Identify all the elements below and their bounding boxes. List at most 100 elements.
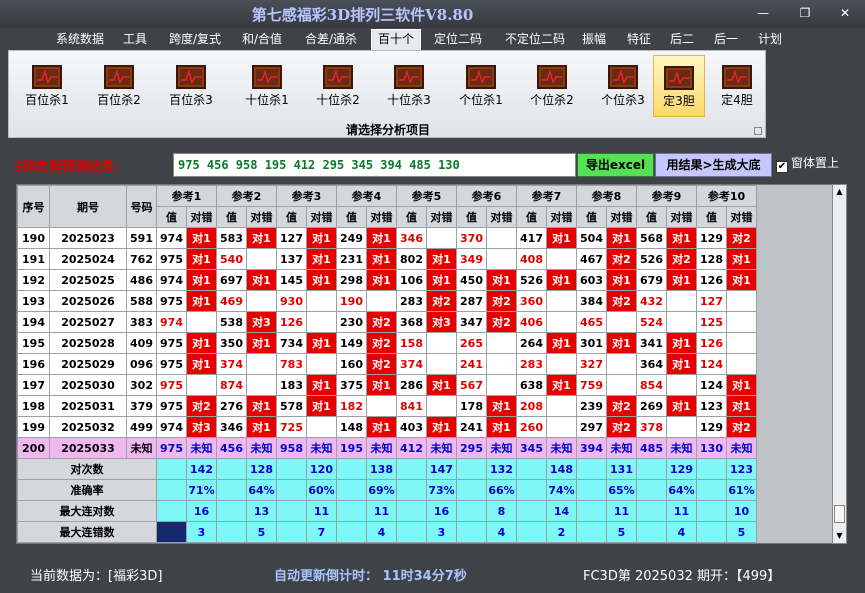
stats-blank[interactable] (696, 479, 727, 501)
row-number[interactable]: 096 (126, 353, 157, 375)
ref-hit[interactable]: 对1 (306, 227, 337, 249)
generate-base-button[interactable]: 用结果>生成大底 (655, 153, 772, 177)
ref-value[interactable]: 378 (636, 416, 667, 438)
table-row[interactable]: 199 2025032 499 974 对3 346 对1 725 148 对1 403 对1 241 对… (17, 416, 757, 438)
ref-hit[interactable]: 对1 (246, 269, 277, 291)
ref-hit[interactable]: 对1 (726, 248, 757, 270)
ref-value[interactable]: 432 (636, 290, 667, 312)
header-ref[interactable]: 参考5 (396, 185, 457, 207)
scroll-up-icon[interactable]: ▲ (834, 187, 845, 197)
header-ref[interactable]: 参考3 (276, 185, 337, 207)
stats-blank[interactable] (396, 521, 427, 543)
ref-hit[interactable]: 对1 (186, 269, 217, 291)
ref-hit[interactable]: 对1 (306, 332, 337, 354)
ref-value[interactable]: 403 (396, 416, 427, 438)
ref-hit[interactable] (306, 353, 337, 375)
header-ref[interactable]: 参考8 (576, 185, 637, 207)
ref-value[interactable]: 974 (156, 311, 187, 333)
row-number[interactable]: 762 (126, 248, 157, 270)
ref-value[interactable]: 384 (576, 290, 607, 312)
ref-hit[interactable]: 对2 (606, 248, 637, 270)
ref-value[interactable]: 874 (216, 374, 247, 396)
row-number[interactable]: 383 (126, 311, 157, 333)
stats-value[interactable]: 147 (426, 458, 457, 480)
ref-value[interactable]: 145 (276, 269, 307, 291)
ref-hit[interactable] (306, 290, 337, 312)
stats-value[interactable]: 138 (366, 458, 397, 480)
stats-value[interactable]: 65% (606, 479, 637, 501)
ref-value[interactable]: 783 (276, 353, 307, 375)
ref-hit[interactable]: 未知 (186, 437, 217, 459)
stats-label[interactable]: 准确率 (17, 479, 157, 501)
ref-value[interactable]: 975 (156, 437, 187, 459)
header-hit[interactable]: 对错 (246, 206, 277, 228)
ref-hit[interactable]: 对1 (666, 353, 697, 375)
menu-item[interactable]: 后二 (664, 30, 700, 50)
row-number[interactable]: 302 (126, 374, 157, 396)
ref-value[interactable]: 239 (576, 395, 607, 417)
ref-value[interactable]: 195 (336, 437, 367, 459)
row-seq[interactable]: 199 (17, 416, 50, 438)
stats-value[interactable]: 131 (606, 458, 637, 480)
ref-hit[interactable] (426, 227, 457, 249)
ref-hit[interactable]: 对1 (366, 374, 397, 396)
ref-hit[interactable]: 对1 (606, 269, 637, 291)
header-period[interactable]: 期号 (49, 185, 127, 228)
toolbar-button[interactable]: 十位杀3 (373, 55, 445, 117)
row-period[interactable]: 2025025 (49, 269, 127, 291)
ref-value[interactable]: 295 (456, 437, 487, 459)
stats-value[interactable]: 11 (666, 500, 697, 522)
stats-blank[interactable] (336, 521, 367, 543)
ref-value[interactable]: 347 (456, 311, 487, 333)
ref-hit[interactable] (546, 416, 577, 438)
scroll-thumb[interactable] (834, 505, 845, 523)
stats-value[interactable]: 8 (486, 500, 517, 522)
header-value[interactable]: 值 (216, 206, 247, 228)
ref-value[interactable]: 127 (276, 227, 307, 249)
header-value[interactable]: 值 (396, 206, 427, 228)
row-period[interactable]: 2025028 (49, 332, 127, 354)
close-button[interactable]: ✕ (830, 4, 860, 22)
table-row[interactable]: 193 2025026 588 975 对1 469 930 190 283 对2 287 对2 360… (17, 290, 757, 312)
ref-hit[interactable]: 对1 (486, 395, 517, 417)
row-number[interactable]: 379 (126, 395, 157, 417)
ref-hit[interactable]: 对1 (306, 395, 337, 417)
header-value[interactable]: 值 (516, 206, 547, 228)
stats-blank[interactable] (156, 479, 187, 501)
ref-hit[interactable] (546, 290, 577, 312)
ref-hit[interactable]: 对1 (426, 269, 457, 291)
header-value[interactable]: 值 (336, 206, 367, 228)
stats-blank[interactable] (276, 458, 307, 480)
stats-blank[interactable] (276, 479, 307, 501)
ref-hit[interactable]: 对1 (186, 332, 217, 354)
ref-hit[interactable] (306, 311, 337, 333)
ref-hit[interactable]: 未知 (366, 437, 397, 459)
header-ref[interactable]: 参考2 (216, 185, 277, 207)
ref-hit[interactable]: 对1 (426, 416, 457, 438)
ref-hit[interactable] (246, 374, 277, 396)
ref-value[interactable]: 679 (636, 269, 667, 291)
row-seq[interactable]: 193 (17, 290, 50, 312)
ref-value[interactable]: 603 (576, 269, 607, 291)
ref-hit[interactable] (306, 416, 337, 438)
ref-hit[interactable]: 对3 (186, 416, 217, 438)
stats-blank[interactable] (156, 521, 187, 543)
ref-value[interactable]: 456 (216, 437, 247, 459)
toolbar-button[interactable]: 百位杀2 (87, 55, 151, 117)
ref-hit[interactable]: 对1 (606, 332, 637, 354)
stats-value[interactable]: 132 (486, 458, 517, 480)
ref-value[interactable]: 178 (456, 395, 487, 417)
ref-hit[interactable]: 对1 (726, 374, 757, 396)
ref-hit[interactable]: 对1 (186, 353, 217, 375)
header-ref[interactable]: 参考6 (456, 185, 517, 207)
ref-value[interactable]: 231 (336, 248, 367, 270)
table-row[interactable]: 198 2025031 379 975 对2 276 对1 578 对1 182 841 178 对1 2… (17, 395, 757, 417)
ref-hit[interactable]: 对1 (366, 227, 397, 249)
stats-value[interactable]: 69% (366, 479, 397, 501)
stats-blank[interactable] (516, 500, 547, 522)
ref-hit[interactable]: 对1 (486, 416, 517, 438)
stats-value[interactable]: 11 (366, 500, 397, 522)
stats-value[interactable]: 120 (306, 458, 337, 480)
row-period[interactable]: 2025024 (49, 248, 127, 270)
ref-value[interactable]: 208 (516, 395, 547, 417)
